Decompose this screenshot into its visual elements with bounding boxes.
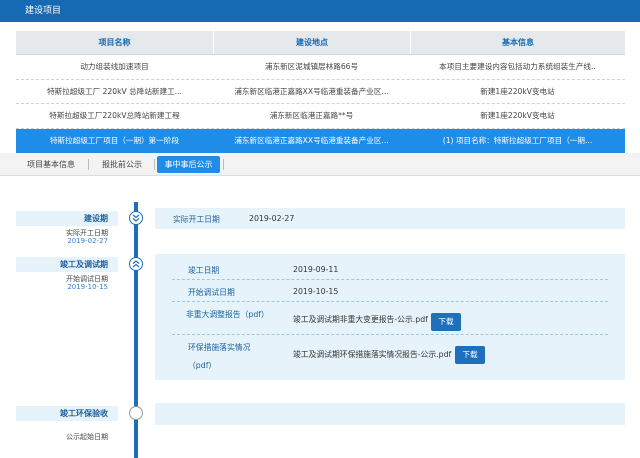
phase-acceptance-sub: 公示起始日期 xyxy=(66,433,108,441)
project-table: 项目名称 建设地点 基本信息 动力组装线加速项目 浦东新区泥城镇层林路66号 本… xyxy=(16,31,625,153)
report2-label-suffix: （pdf） xyxy=(188,361,217,370)
tab-divider xyxy=(154,159,155,170)
phase-construction-label: 建设期 xyxy=(16,211,118,226)
cell-name: 特斯拉超级工厂220kV总降站新建工程 xyxy=(49,111,180,121)
phase-construction-date: 2019-02-27 xyxy=(67,237,108,245)
table-row-selected[interactable]: 特斯拉超级工厂项目（一期）第一阶段 浦东新区临港正嘉路XX号临港重装备产业区..… xyxy=(16,128,625,153)
cell-info: 新建1座220kV变电站 xyxy=(480,111,555,121)
tab-basic-info[interactable]: 项目基本信息 xyxy=(16,156,86,173)
report2-download-button[interactable]: 下载 xyxy=(455,346,485,364)
cell-location: 浦东新区临港正嘉路XX号临港重装备产业区... xyxy=(234,136,389,146)
table-header: 项目名称 建设地点 基本信息 xyxy=(16,31,625,55)
cell-info: (1) 项目名称：特斯拉超级工厂项目（一期... xyxy=(442,136,593,146)
report2-file-link[interactable]: 竣工及调试期环保措施落实情况报告-公示.pdf xyxy=(293,349,451,360)
col-header-location[interactable]: 建设地点 xyxy=(213,31,410,54)
tab-divider xyxy=(223,159,224,170)
cell-location: 浦东新区泥城镇层林路66号 xyxy=(264,62,359,72)
actual-start-label: 实际开工日期 xyxy=(173,215,220,224)
cell-location: 浦东新区临港正嘉路XX号临港重装备产业区... xyxy=(234,86,389,96)
row-divider xyxy=(172,279,608,280)
report1-label: 非重大调整报告（pdf） xyxy=(186,310,269,319)
cell-info: 新建1座220kV变电站 xyxy=(480,86,555,96)
cell-name: 动力组装线加速项目 xyxy=(80,62,149,72)
completion-date-label: 竣工日期 xyxy=(188,266,220,275)
actual-start-value: 2019-02-27 xyxy=(249,214,295,223)
double-chevron-up-icon[interactable] xyxy=(129,257,143,271)
tab-pre-approval[interactable]: 报批前公示 xyxy=(92,156,152,173)
tab-bar: 项目基本信息 报批前公示 事中事后公示 xyxy=(0,153,640,176)
row-divider xyxy=(172,301,608,302)
cell-location: 浦东新区临港正嘉路**号 xyxy=(269,111,354,121)
phase-acceptance-label: 竣工环保验收 xyxy=(16,406,118,421)
cell-info: 本项目主要建设内容包括动力系统组装生产线.. xyxy=(439,62,596,72)
report2-label: 环保措施落实情况 xyxy=(188,343,251,352)
tab-divider xyxy=(88,159,89,170)
window-title: 建设项目 xyxy=(0,0,640,22)
table-row[interactable]: 特斯拉超级工厂220kV总降站新建工程 浦东新区临港正嘉路**号 新建1座220… xyxy=(16,104,625,129)
double-chevron-down-icon[interactable] xyxy=(129,211,143,225)
debug-date-label: 开始调试日期 xyxy=(188,288,235,297)
tab-post-publicity[interactable]: 事中事后公示 xyxy=(157,156,220,173)
debug-date-value: 2019-10-15 xyxy=(293,287,339,296)
col-header-name[interactable]: 项目名称 xyxy=(16,31,213,54)
cell-name: 特斯拉超级工厂 220kV 总降站新建工... xyxy=(47,86,182,96)
phase-completion-label: 竣工及调试期 xyxy=(16,257,118,272)
table-row[interactable]: 动力组装线加速项目 浦东新区泥城镇层林路66号 本项目主要建设内容包括动力系统组… xyxy=(16,55,625,80)
timeline-node-icon[interactable] xyxy=(129,406,143,420)
construction-panel: 实际开工日期 2019-02-27 xyxy=(155,208,625,229)
acceptance-panel xyxy=(155,403,625,425)
report1-download-button[interactable]: 下载 xyxy=(431,313,461,331)
col-header-info[interactable]: 基本信息 xyxy=(410,31,625,54)
cell-name: 特斯拉超级工厂项目（一期）第一阶段 xyxy=(49,136,180,146)
row-divider xyxy=(172,334,608,335)
phase-completion-date: 2019-10-15 xyxy=(67,283,108,291)
table-row[interactable]: 特斯拉超级工厂 220kV 总降站新建工... 浦东新区临港正嘉路XX号临港重装… xyxy=(16,80,625,104)
completion-date-value: 2019-09-11 xyxy=(293,265,339,274)
report1-file-link[interactable]: 竣工及调试期非重大变更报告-公示.pdf xyxy=(293,314,428,325)
